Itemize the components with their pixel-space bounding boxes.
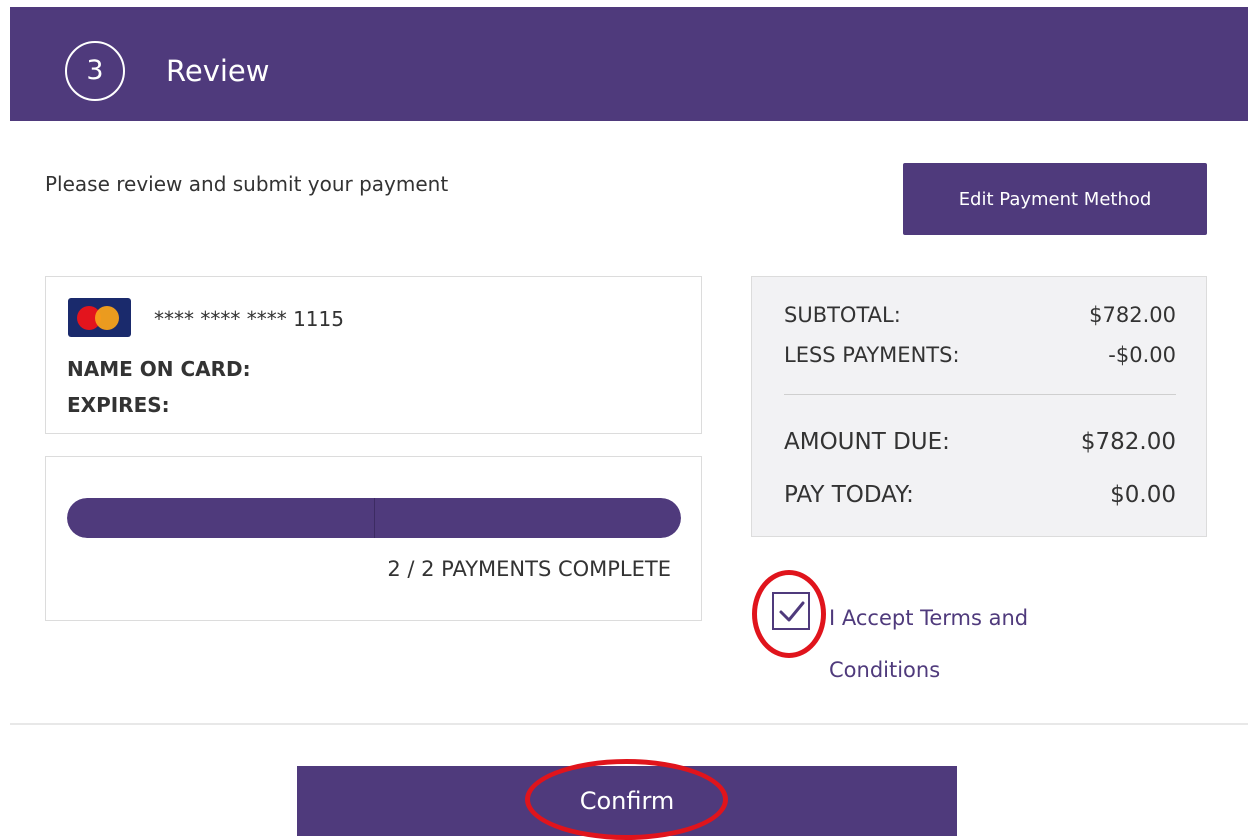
edit-payment-method-button[interactable]: Edit Payment Method	[903, 163, 1207, 235]
summary-label: PAY TODAY:	[784, 482, 914, 508]
checkmark-icon	[779, 601, 805, 622]
confirm-button[interactable]: Confirm	[297, 766, 957, 836]
summary-divider	[784, 394, 1176, 395]
summary-label: AMOUNT DUE:	[784, 429, 950, 455]
card-number: **** **** **** 1115	[154, 307, 344, 331]
payment-summary-panel: SUBTOTAL: $782.00 LESS PAYMENTS: -$0.00 …	[751, 276, 1207, 537]
payment-card-panel: **** **** **** 1115 NAME ON CARD: EXPIRE…	[45, 276, 702, 434]
terms-checkbox[interactable]	[772, 592, 810, 630]
step-number-badge: 3	[65, 41, 125, 101]
expires-label: EXPIRES:	[67, 393, 170, 417]
step-header: 3 Review	[10, 7, 1248, 121]
footer-divider	[10, 723, 1248, 725]
mastercard-icon	[68, 298, 131, 337]
summary-value: $0.00	[1110, 482, 1176, 508]
summary-value: -$0.00	[1108, 343, 1176, 367]
progress-label: 2 / 2 PAYMENTS COMPLETE	[387, 557, 671, 581]
progress-segment-divider	[374, 498, 375, 538]
terms-label-link[interactable]: I Accept Terms and Conditions	[829, 592, 1129, 696]
payment-progress-panel: 2 / 2 PAYMENTS COMPLETE	[45, 456, 702, 621]
summary-value: $782.00	[1089, 303, 1176, 327]
intro-text: Please review and submit your payment	[45, 172, 449, 196]
summary-value: $782.00	[1080, 429, 1176, 455]
summary-label: SUBTOTAL:	[784, 303, 901, 327]
name-on-card-label: NAME ON CARD:	[67, 357, 251, 381]
payment-progress-bar	[67, 498, 681, 538]
summary-label: LESS PAYMENTS:	[784, 343, 960, 367]
page-title: Review	[166, 54, 270, 88]
